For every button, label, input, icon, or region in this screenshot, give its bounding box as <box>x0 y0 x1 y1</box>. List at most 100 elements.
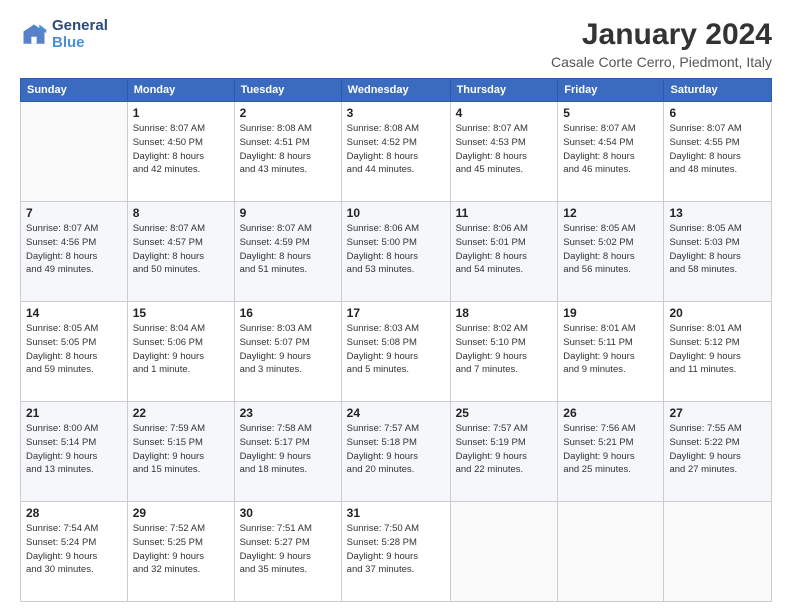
day-cell: 3Sunrise: 8:08 AMSunset: 4:52 PMDaylight… <box>341 102 450 202</box>
day-number: 28 <box>26 506 122 520</box>
day-number: 10 <box>347 206 445 220</box>
day-number: 1 <box>133 106 229 120</box>
day-cell: 15 Sunrise: 8:04 AMSunset: 5:06 PMDayligh… <box>127 302 234 402</box>
day-number: 9 <box>240 206 336 220</box>
day-cell: 7 Sunrise: 8:07 AMSunset: 4:56 PMDaylight… <box>21 202 128 302</box>
day-cell: 18Sunrise: 8:02 AMSunset: 5:10 PMDayligh… <box>450 302 558 402</box>
day-number: 6 <box>669 106 766 120</box>
day-info: Sunrise: 8:06 AMSunset: 5:01 PMDaylight:… <box>456 222 553 277</box>
week-row-3: 14 Sunrise: 8:05 AMSunset: 5:05 PMDayligh… <box>21 302 772 402</box>
day-number: 11 <box>456 206 553 220</box>
day-info: Sunrise: 7:56 AMSunset: 5:21 PMDaylight:… <box>563 422 658 477</box>
day-cell: 27 Sunrise: 7:55 AMSunset: 5:22 PMDayligh… <box>664 402 772 502</box>
day-info: Sunrise: 8:07 AMSunset: 4:53 PMDaylight:… <box>456 122 553 177</box>
day-cell: 8Sunrise: 8:07 AMSunset: 4:57 PMDaylight… <box>127 202 234 302</box>
logo-text: General Blue <box>52 18 108 51</box>
weekday-header-sunday: Sunday <box>21 79 128 102</box>
day-cell: 19 Sunrise: 8:01 AMSunset: 5:11 PMDayligh… <box>558 302 664 402</box>
day-info: Sunrise: 8:06 AMSunset: 5:00 PMDaylight:… <box>347 222 445 277</box>
day-info: Sunrise: 8:04 AMSunset: 5:06 PMDaylight:… <box>133 322 229 377</box>
day-info: Sunrise: 8:05 AMSunset: 5:03 PMDaylight:… <box>669 222 766 277</box>
day-info: Sunrise: 8:02 AMSunset: 5:10 PMDaylight:… <box>456 322 553 377</box>
day-info: Sunrise: 8:03 AMSunset: 5:08 PMDaylight:… <box>347 322 445 377</box>
day-cell: 6 Sunrise: 8:07 AMSunset: 4:55 PMDaylight… <box>664 102 772 202</box>
day-number: 5 <box>563 106 658 120</box>
day-info: Sunrise: 7:57 AMSunset: 5:18 PMDaylight:… <box>347 422 445 477</box>
day-number: 3 <box>347 106 445 120</box>
day-number: 14 <box>26 306 122 320</box>
day-cell: 21 Sunrise: 8:00 AMSunset: 5:14 PMDayligh… <box>21 402 128 502</box>
day-cell <box>21 102 128 202</box>
day-info: Sunrise: 8:00 AMSunset: 5:14 PMDaylight:… <box>26 422 122 477</box>
day-info: Sunrise: 8:07 AMSunset: 4:56 PMDaylight:… <box>26 222 122 277</box>
day-number: 13 <box>669 206 766 220</box>
day-info: Sunrise: 8:08 AMSunset: 4:51 PMDaylight:… <box>240 122 336 177</box>
day-number: 19 <box>563 306 658 320</box>
day-number: 20 <box>669 306 766 320</box>
day-cell: 2 Sunrise: 8:08 AMSunset: 4:51 PMDaylight… <box>234 102 341 202</box>
day-cell: 20 Sunrise: 8:01 AMSunset: 5:12 PMDayligh… <box>664 302 772 402</box>
day-cell: 1Sunrise: 8:07 AMSunset: 4:50 PMDaylight… <box>127 102 234 202</box>
day-cell: 24Sunrise: 7:57 AMSunset: 5:18 PMDayligh… <box>341 402 450 502</box>
day-number: 25 <box>456 406 553 420</box>
day-cell: 23 Sunrise: 7:58 AMSunset: 5:17 PMDayligh… <box>234 402 341 502</box>
day-cell: 14 Sunrise: 8:05 AMSunset: 5:05 PMDayligh… <box>21 302 128 402</box>
day-number: 17 <box>347 306 445 320</box>
day-number: 23 <box>240 406 336 420</box>
day-info: Sunrise: 7:55 AMSunset: 5:22 PMDaylight:… <box>669 422 766 477</box>
day-info: Sunrise: 8:01 AMSunset: 5:11 PMDaylight:… <box>563 322 658 377</box>
day-info: Sunrise: 7:54 AMSunset: 5:24 PMDaylight:… <box>26 522 122 577</box>
calendar-table: SundayMondayTuesdayWednesdayThursdayFrid… <box>20 78 772 602</box>
day-number: 8 <box>133 206 229 220</box>
day-cell <box>664 502 772 602</box>
weekday-header-wednesday: Wednesday <box>341 79 450 102</box>
day-info: Sunrise: 8:07 AMSunset: 4:59 PMDaylight:… <box>240 222 336 277</box>
day-cell: 10 Sunrise: 8:06 AMSunset: 5:00 PMDayligh… <box>341 202 450 302</box>
day-cell: 30 Sunrise: 7:51 AMSunset: 5:27 PMDayligh… <box>234 502 341 602</box>
day-number: 31 <box>347 506 445 520</box>
week-row-2: 7 Sunrise: 8:07 AMSunset: 4:56 PMDaylight… <box>21 202 772 302</box>
day-number: 15 <box>133 306 229 320</box>
day-number: 7 <box>26 206 122 220</box>
weekday-row: SundayMondayTuesdayWednesdayThursdayFrid… <box>21 79 772 102</box>
logo-line1: General <box>52 18 108 35</box>
day-number: 2 <box>240 106 336 120</box>
day-number: 29 <box>133 506 229 520</box>
day-info: Sunrise: 7:59 AMSunset: 5:15 PMDaylight:… <box>133 422 229 477</box>
calendar-header: SundayMondayTuesdayWednesdayThursdayFrid… <box>21 79 772 102</box>
day-cell <box>450 502 558 602</box>
day-number: 22 <box>133 406 229 420</box>
week-row-5: 28 Sunrise: 7:54 AMSunset: 5:24 PMDayligh… <box>21 502 772 602</box>
day-info: Sunrise: 7:57 AMSunset: 5:19 PMDaylight:… <box>456 422 553 477</box>
day-info: Sunrise: 8:03 AMSunset: 5:07 PMDaylight:… <box>240 322 336 377</box>
day-info: Sunrise: 7:52 AMSunset: 5:25 PMDaylight:… <box>133 522 229 577</box>
day-cell: 25 Sunrise: 7:57 AMSunset: 5:19 PMDayligh… <box>450 402 558 502</box>
day-cell: 29 Sunrise: 7:52 AMSunset: 5:25 PMDayligh… <box>127 502 234 602</box>
day-cell: 4 Sunrise: 8:07 AMSunset: 4:53 PMDaylight… <box>450 102 558 202</box>
day-info: Sunrise: 7:58 AMSunset: 5:17 PMDaylight:… <box>240 422 336 477</box>
day-info: Sunrise: 7:51 AMSunset: 5:27 PMDaylight:… <box>240 522 336 577</box>
day-cell: 5Sunrise: 8:07 AMSunset: 4:54 PMDaylight… <box>558 102 664 202</box>
day-cell: 16 Sunrise: 8:03 AMSunset: 5:07 PMDayligh… <box>234 302 341 402</box>
day-info: Sunrise: 8:01 AMSunset: 5:12 PMDaylight:… <box>669 322 766 377</box>
main-title: January 2024 <box>551 18 772 52</box>
day-cell: 9 Sunrise: 8:07 AMSunset: 4:59 PMDaylight… <box>234 202 341 302</box>
day-number: 30 <box>240 506 336 520</box>
day-number: 4 <box>456 106 553 120</box>
day-info: Sunrise: 7:50 AMSunset: 5:28 PMDaylight:… <box>347 522 445 577</box>
weekday-header-thursday: Thursday <box>450 79 558 102</box>
title-block: January 2024 Casale Corte Cerro, Piedmon… <box>551 18 772 70</box>
logo-icon <box>20 21 48 49</box>
header: General Blue January 2024 Casale Corte C… <box>20 18 772 70</box>
day-number: 21 <box>26 406 122 420</box>
day-cell <box>558 502 664 602</box>
day-number: 27 <box>669 406 766 420</box>
day-info: Sunrise: 8:05 AMSunset: 5:05 PMDaylight:… <box>26 322 122 377</box>
day-cell: 26Sunrise: 7:56 AMSunset: 5:21 PMDayligh… <box>558 402 664 502</box>
subtitle: Casale Corte Cerro, Piedmont, Italy <box>551 54 772 70</box>
day-number: 16 <box>240 306 336 320</box>
day-cell: 31 Sunrise: 7:50 AMSunset: 5:28 PMDayligh… <box>341 502 450 602</box>
day-info: Sunrise: 8:05 AMSunset: 5:02 PMDaylight:… <box>563 222 658 277</box>
day-info: Sunrise: 8:07 AMSunset: 4:55 PMDaylight:… <box>669 122 766 177</box>
weekday-header-saturday: Saturday <box>664 79 772 102</box>
